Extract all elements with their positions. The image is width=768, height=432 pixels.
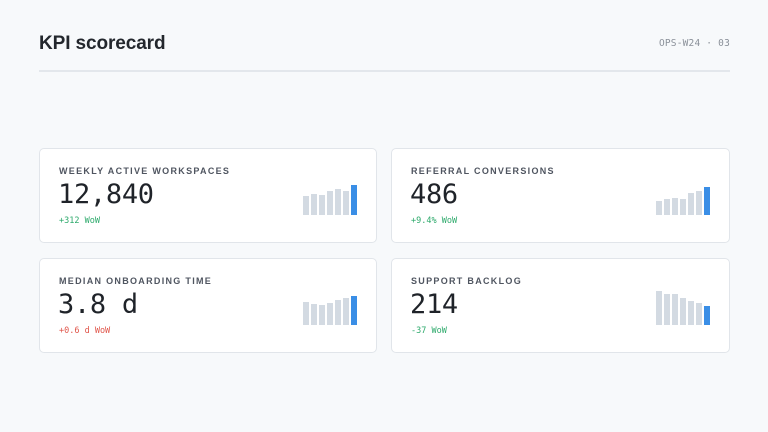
kpi-label: REFERRAL CONVERSIONS [411,166,555,176]
sparkline-bar-current [704,187,710,215]
sparkline-bar [319,195,325,215]
sparkline-bar [656,201,662,215]
sparkline-bar [672,294,678,325]
sparkline-bar [688,301,694,325]
sparkline-bar [672,198,678,215]
kpi-label: MEDIAN ONBOARDING TIME [59,276,213,286]
sparkline-bar [656,291,662,325]
kpi-value: 3.8 d [58,289,138,320]
page-header: KPI scorecard OPS-W24 · 03 [39,0,730,72]
kpi-delta: +0.6 d WoW [59,326,111,336]
sparkline-bar-current [351,296,357,325]
kpi-card-weekly-active-workspaces[interactable]: WEEKLY ACTIVE WORKSPACES 12,840 +312 WoW [39,148,377,243]
kpi-delta: +312 WoW [59,216,100,226]
kpi-card-support-backlog[interactable]: SUPPORT BACKLOG 214 -37 WoW [391,258,730,353]
page-title: KPI scorecard [39,33,166,54]
sparkline-bar [303,302,309,325]
kpi-value: 214 [410,289,458,320]
kpi-label: WEEKLY ACTIVE WORKSPACES [59,166,231,176]
kpi-value: 12,840 [58,179,154,210]
kpi-card-referral-conversions[interactable]: REFERRAL CONVERSIONS 486 +9.4% WoW [391,148,730,243]
sparkline-bar [311,194,317,215]
kpi-delta: +9.4% WoW [411,216,458,226]
report-code: OPS-W24 · 03 [658,38,730,49]
kpi-card-median-onboarding-time[interactable]: MEDIAN ONBOARDING TIME 3.8 d +0.6 d WoW [39,258,377,353]
kpi-label: SUPPORT BACKLOG [411,276,523,286]
sparkline-bar [327,191,333,215]
sparkline-bar [696,303,702,325]
sparkline-bar [335,300,341,325]
sparkline [303,181,357,215]
sparkline-bar [680,298,686,325]
sparkline-bar [696,191,702,215]
sparkline-bar-current [351,185,357,215]
sparkline-bar [343,191,349,215]
kpi-grid: WEEKLY ACTIVE WORKSPACES 12,840 +312 WoW… [39,148,730,353]
sparkline-bar [311,304,317,325]
sparkline-bar [664,199,670,215]
sparkline-bar [688,193,694,215]
kpi-delta: -37 WoW [411,326,447,336]
kpi-value: 486 [410,179,458,210]
sparkline-bar [343,298,349,325]
sparkline-bar [303,196,309,215]
sparkline [303,291,357,325]
sparkline-bar [319,305,325,325]
sparkline-bar [664,294,670,325]
sparkline [656,181,710,215]
sparkline-bar-current [704,306,710,325]
sparkline-bar [335,189,341,215]
sparkline-bar [327,303,333,325]
sparkline [656,291,710,325]
sparkline-bar [680,199,686,215]
